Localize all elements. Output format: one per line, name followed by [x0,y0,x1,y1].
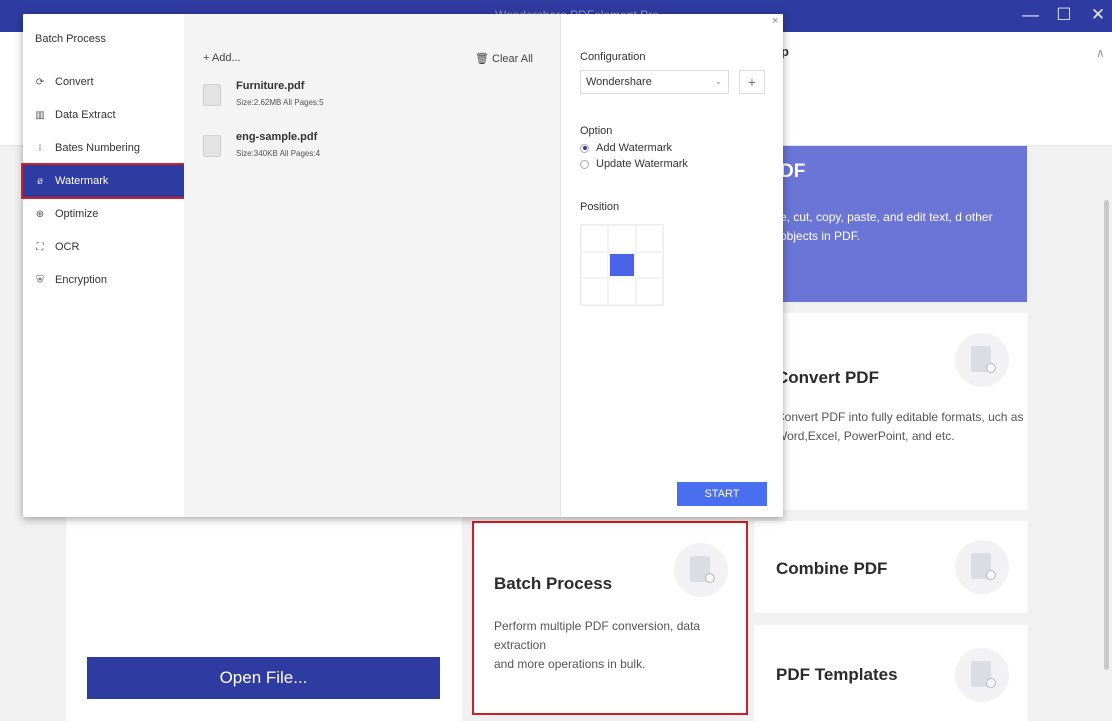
optimize-icon: ⊕ [35,208,45,220]
batch-card-desc-2: and more operations in bulk. [494,657,646,671]
nav-label: OCR [55,241,80,253]
file-meta: Size:2.62MB All Pages:5 [236,98,324,107]
nav-watermark[interactable]: ø Watermark [21,163,186,199]
start-button[interactable]: START [677,482,767,506]
nav-convert[interactable]: ⟳ Convert [23,66,184,98]
convert-pdf-card[interactable]: Convert PDF Convert PDF into fully edita… [754,313,1028,510]
minimize-button[interactable]: — [1022,4,1039,26]
batch-card-title: Batch Process [494,574,613,593]
maximize-button[interactable]: ☐ [1056,4,1072,26]
batch-card-desc-1: Perform multiple PDF conversion, data ex… [494,619,701,652]
option-label: Option [580,125,613,137]
position-top-right[interactable] [635,225,663,252]
dialog-sidebar: Batch Process ⟳ Convert ▥ Data Extract ⁝… [21,14,186,517]
nav-label: Bates Numbering [55,142,140,154]
position-middle-left[interactable] [581,251,609,279]
edit-card-desc: e, cut, copy, paste, and edit text, d ot… [780,210,993,243]
nav-label: Watermark [55,175,109,187]
radio-update-watermark[interactable]: Update Watermark [580,158,688,170]
encryption-icon: ⛨ [36,274,44,286]
configuration-value: Wondershare [586,76,652,88]
batch-process-dialog: Batch Process ⟳ Convert ▥ Data Extract ⁝… [21,14,783,517]
position-label: Position [580,201,620,213]
configuration-panel: Configuration Wondershare ⌄ + Option Add… [560,14,783,517]
combine-pdf-icon [955,540,1009,594]
chevron-down-icon: ⌄ [715,77,722,86]
file-name: eng-sample.pdf [236,131,318,143]
convert-card-desc: Convert PDF into fully editable formats,… [776,410,1024,443]
nav-label: Encryption [55,274,107,286]
edit-card-title: DF [780,161,806,182]
batch-process-icon [674,543,728,597]
file-item[interactable]: Furniture.pdf Size:2.62MB All Pages:5 [203,80,543,120]
position-middle-center[interactable] [609,252,635,278]
clear-all-button[interactable]: 🗑 Clear All [475,52,533,65]
window-controls: — ☐ ✕ [1022,4,1106,26]
position-top-left[interactable] [581,225,609,252]
radio-label: Add Watermark [596,142,673,154]
close-window-button[interactable]: ✕ [1090,4,1106,26]
configuration-label: Configuration [580,51,646,63]
convert-pdf-icon [955,333,1009,387]
close-dialog-button[interactable]: × [772,15,778,27]
convert-card-title: Convert PDF [776,368,879,387]
configuration-select[interactable]: Wondershare ⌄ [580,70,729,94]
position-top-center[interactable] [608,225,636,252]
nav-label: Convert [55,76,94,88]
nav-encryption[interactable]: ⛨ Encryption [23,264,184,296]
open-file-button[interactable]: Open File... [87,657,440,699]
nav-bates-numbering[interactable]: ⁝ Bates Numbering [23,132,184,164]
edit-pdf-card[interactable]: DF e, cut, copy, paste, and edit text, d… [760,146,1027,302]
file-name: Furniture.pdf [236,80,305,92]
combine-card-title: Combine PDF [776,559,888,578]
scrollbar-thumb[interactable] [1104,200,1109,670]
radio-dot [580,143,589,153]
pdf-file-icon [203,84,221,106]
nav-label: Data Extract [55,109,116,121]
nav-label: Optimize [55,208,99,220]
position-grid [580,224,664,306]
pdf-templates-icon [955,648,1009,702]
position-bottom-right[interactable] [635,278,663,305]
file-item[interactable]: eng-sample.pdf Size:340KB All Pages:4 [203,131,543,171]
nav-data-extract[interactable]: ▥ Data Extract [23,99,184,131]
collapse-ribbon-icon[interactable]: ∧ [1096,46,1105,60]
radio-label: Update Watermark [596,158,688,170]
radio-dot [580,159,589,169]
nav-ocr[interactable]: ⛶ OCR [23,231,184,263]
file-list-panel: + Add... 🗑 Clear All Furniture.pdf Size:… [184,14,560,517]
data-extract-icon: ▥ [35,109,45,121]
file-meta: Size:340KB All Pages:4 [236,149,321,158]
convert-icon: ⟳ [35,76,45,88]
ocr-icon: ⛶ [36,241,44,253]
position-bottom-left[interactable] [581,278,609,305]
dialog-title: Batch Process [35,33,106,45]
pdf-file-icon [203,135,221,157]
pdf-templates-card[interactable]: PDF Templates [754,625,1028,721]
radio-add-watermark[interactable]: Add Watermark [580,142,672,154]
position-bottom-center[interactable] [608,278,636,305]
bates-numbering-icon: ⁝ [38,142,42,154]
nav-optimize[interactable]: ⊕ Optimize [23,198,184,230]
add-configuration-button[interactable]: + [739,70,765,94]
watermark-icon: ø [36,175,44,187]
combine-pdf-card[interactable]: Combine PDF [754,521,1028,613]
position-middle-right[interactable] [635,251,663,279]
batch-process-card[interactable]: Batch Process Perform multiple PDF conve… [472,521,748,715]
add-files-button[interactable]: + Add... [203,52,241,64]
templates-card-title: PDF Templates [776,665,898,684]
